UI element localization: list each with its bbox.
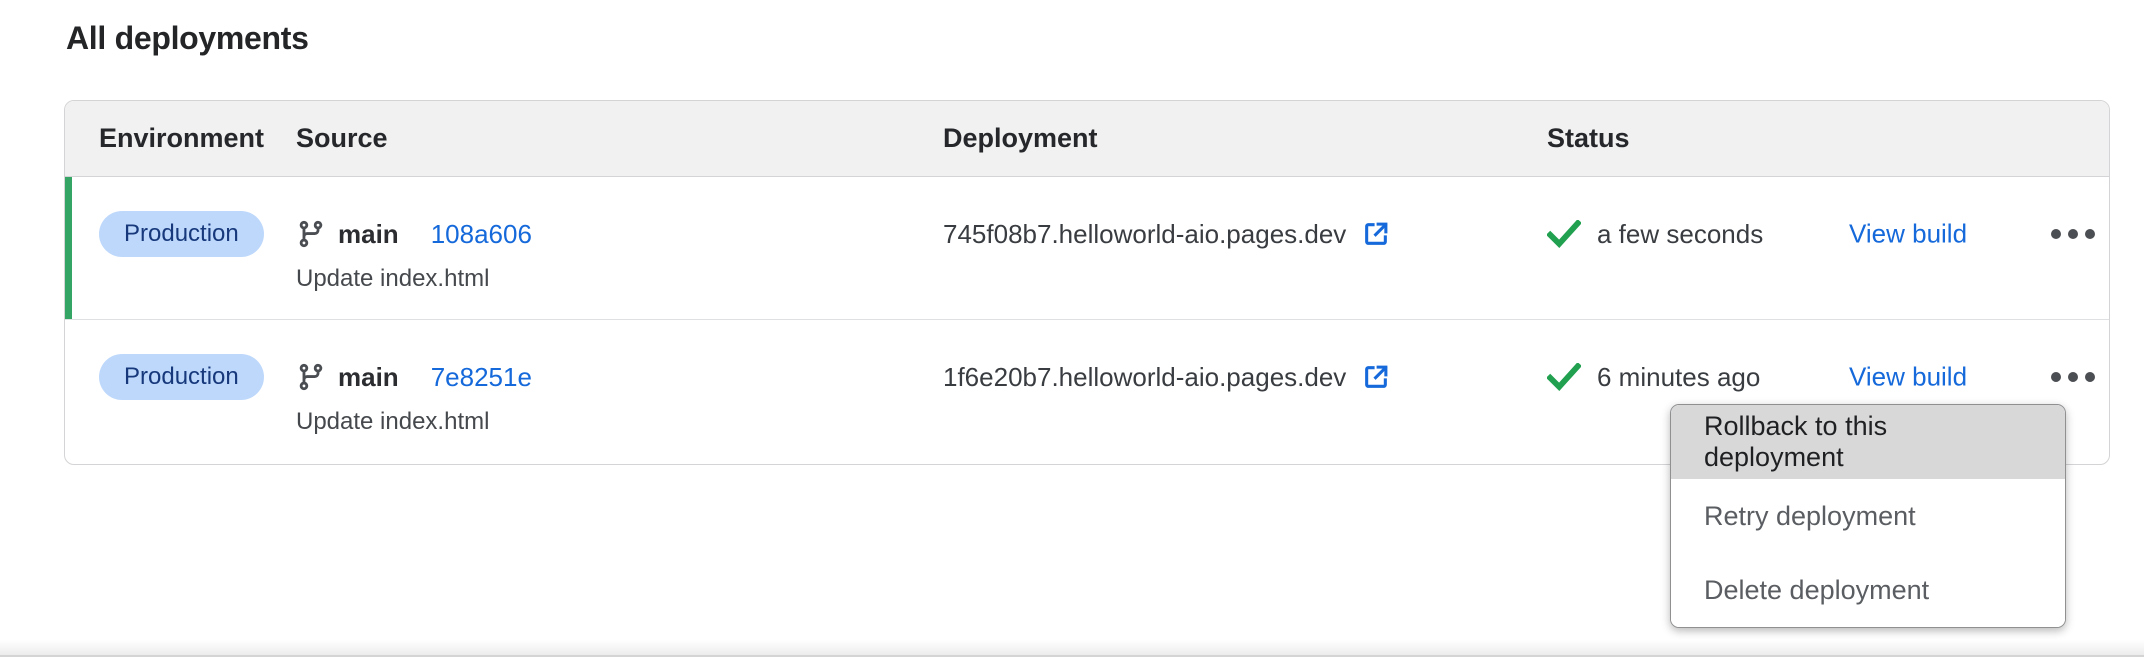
column-header-deployment: Deployment [943,123,1547,154]
more-actions-button[interactable] [2045,223,2101,245]
menu-item-delete[interactable]: Delete deployment [1671,553,2065,627]
status-text: 6 minutes ago [1597,362,1760,393]
column-header-environment: Environment [99,123,296,154]
external-link-icon[interactable] [1360,361,1392,393]
deployment-actions-menu: Rollback to this deployment Retry deploy… [1670,404,2066,628]
deployment-url: 1f6e20b7.helloworld-aio.pages.dev [943,362,1346,393]
ellipsis-icon [2051,372,2061,382]
more-actions-button[interactable] [2045,366,2101,388]
table-row: Production main 108a606 Update index.htm… [65,177,2109,319]
commit-link[interactable]: 108a606 [431,219,532,250]
column-header-status: Status [1547,123,2109,154]
environment-badge: Production [99,211,264,257]
status-text: a few seconds [1597,219,1763,250]
menu-item-retry[interactable]: Retry deployment [1671,479,2065,553]
success-check-icon [1547,363,1581,391]
table-header-row: Environment Source Deployment Status [65,101,2109,177]
commit-link[interactable]: 7e8251e [431,362,532,393]
page-title: All deployments [66,20,309,57]
branch-name: main [338,362,399,393]
column-header-source: Source [296,123,943,154]
current-deployment-accent-bar [65,177,72,319]
view-build-link[interactable]: View build [1849,362,1967,393]
view-build-link[interactable]: View build [1849,219,1967,250]
commit-message: Update index.html [296,265,943,293]
success-check-icon [1547,220,1581,248]
environment-badge: Production [99,354,264,400]
ellipsis-icon [2051,229,2061,239]
git-branch-icon [296,219,326,249]
deployment-url: 745f08b7.helloworld-aio.pages.dev [943,219,1346,250]
commit-message: Update index.html [296,408,943,436]
git-branch-icon [296,362,326,392]
external-link-icon[interactable] [1360,218,1392,250]
branch-name: main [338,219,399,250]
page-bottom-divider [0,640,2144,657]
menu-item-rollback[interactable]: Rollback to this deployment [1671,405,2065,479]
